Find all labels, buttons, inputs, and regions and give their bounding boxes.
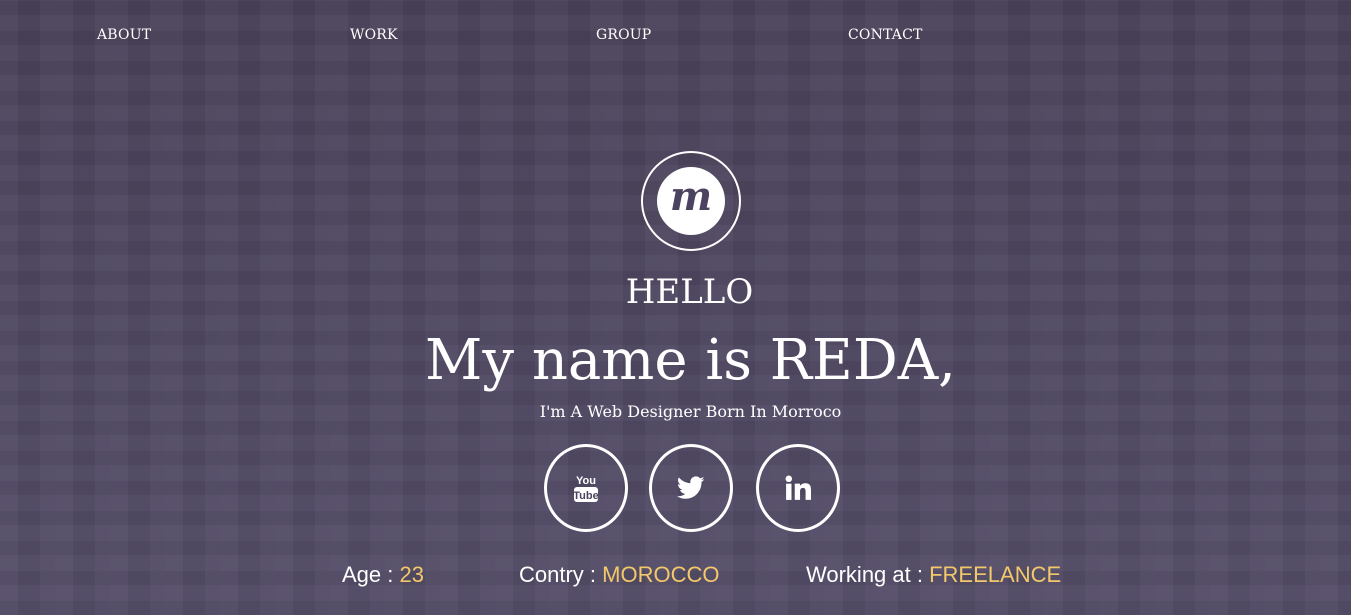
m-logo-icon: m <box>657 167 725 235</box>
country-info: Contry : MOROCCO <box>519 560 719 590</box>
country-value: MOROCCO <box>602 562 720 587</box>
age-label: Age : <box>342 562 394 587</box>
nav-group-link[interactable]: GROUP <box>596 24 651 46</box>
svg-text:You: You <box>576 475 596 487</box>
logo-letter: m <box>669 173 713 220</box>
nav-work-link[interactable]: WORK <box>350 24 398 46</box>
linkedin-button[interactable] <box>756 444 840 532</box>
age-value: 23 <box>399 562 424 587</box>
svg-text:Tube: Tube <box>573 490 598 502</box>
linkedin-icon <box>785 475 811 501</box>
nav-about-link[interactable]: ABOUT <box>97 24 151 46</box>
twitter-icon <box>677 476 705 500</box>
nav-contact-link[interactable]: CONTACT <box>848 24 923 46</box>
hero-headline: My name is REDA, <box>425 328 956 393</box>
age-info: Age : 23 <box>342 560 424 590</box>
country-label: Contry : <box>519 562 597 587</box>
twitter-button[interactable] <box>649 444 733 532</box>
youtube-button[interactable]: You Tube <box>544 444 628 532</box>
hero-tagline: I'm A Web Designer Born In Morroco <box>539 402 842 421</box>
hero-greeting: HELLO <box>625 272 754 312</box>
work-value: FREELANCE <box>929 562 1062 587</box>
work-label: Working at : <box>806 562 923 587</box>
work-info: Working at : FREELANCE <box>806 560 1061 590</box>
logo: m <box>641 151 741 251</box>
top-nav: ABOUT WORK GROUP CONTACT <box>0 24 1351 46</box>
youtube-icon: You Tube <box>573 472 599 504</box>
